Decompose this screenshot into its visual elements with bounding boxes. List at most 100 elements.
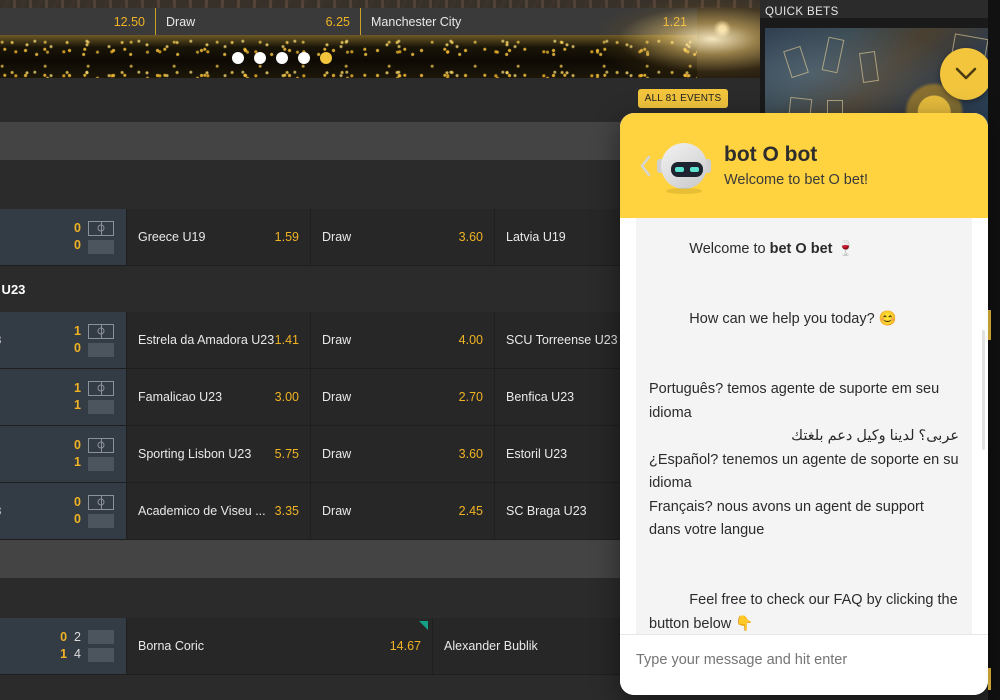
odds-cell-draw[interactable]: Draw 3.60 (310, 426, 494, 482)
pitch-placeholder-icon (88, 239, 114, 254)
featured-odds-cell-home[interactable]: 12.50 (0, 8, 155, 35)
robot-visor-icon (671, 161, 703, 177)
team-name-home: Famalicao U23 (138, 390, 223, 404)
draw-label: Draw (322, 504, 352, 518)
odds-cell-home[interactable]: Greece U19 1.59 (126, 209, 310, 265)
browser-right-margin (988, 0, 1000, 700)
match-score: 0 0 (74, 494, 81, 528)
chat-message-input[interactable] (636, 652, 972, 668)
live-indicator-label: 23 (0, 504, 1, 518)
carousel-dots[interactable] (232, 52, 332, 64)
promo-banner-right-edge (697, 8, 760, 78)
score-away: 1 (74, 398, 81, 412)
message-line-spanish: ¿Español? tenemos un agente de soporte e… (649, 451, 963, 492)
team-name-away: SC Braga U23 (506, 504, 587, 518)
player-name-home: Borna Coric (138, 639, 204, 653)
score-away: 1 (74, 455, 81, 469)
odds-cell-draw[interactable]: Draw 2.70 (310, 369, 494, 425)
match-score-column: 23 0 0 (0, 483, 126, 539)
chat-scrollbar[interactable] (982, 330, 985, 450)
quick-bets-title: QUICK BETS (760, 0, 1000, 18)
odds-value-home: 5.75 (274, 447, 299, 461)
odds-cell-home[interactable]: Sporting Lisbon U23 5.75 (126, 426, 310, 482)
featured-odds-cell-draw[interactable]: Draw 6.25 (155, 8, 360, 35)
odds-value-draw: 4.00 (458, 333, 483, 347)
score-home: 0 (74, 495, 81, 509)
message-line-portuguese: Português? temos agente de suporte em se… (649, 381, 944, 421)
chat-widget: bot O bot Welcome to bet O bet! Welcome … (620, 113, 988, 695)
chat-subtitle: Welcome to bet O bet! (724, 171, 868, 188)
match-score: 0 2 1 4 (60, 629, 81, 663)
app-root: 12.50 Draw 6.25 Manchester City 1.21 ALL… (0, 0, 1000, 700)
chat-message-list[interactable]: Welcome to bet O bet 🍷 How can we help y… (620, 218, 988, 634)
court-icon-group (88, 630, 114, 662)
league-header-title: p U23 (0, 281, 26, 297)
message-line-welcome: Welcome to bet O bet 🍷 (649, 218, 959, 285)
robot-eye-left-icon (675, 166, 684, 172)
featured-odds-value-away: 1.21 (662, 14, 687, 29)
featured-odds-value-home: 12.50 (113, 14, 145, 29)
score-home: 1 (74, 381, 81, 395)
odds-cell-home[interactable]: Estrela da Amadora U23 1.41 (126, 312, 310, 368)
featured-match-odds-bar: 12.50 Draw 6.25 Manchester City 1.21 (0, 8, 697, 35)
featured-odds-value-draw: 6.25 (325, 14, 350, 29)
odds-value-draw: 3.60 (458, 230, 483, 244)
match-score: 0 0 (74, 220, 81, 254)
pitch-placeholder-icon (88, 342, 114, 357)
message-line-arabic: عربى؟ لدينا وكيل دعم بلغتك (791, 428, 959, 444)
carousel-dot-3[interactable] (276, 52, 288, 64)
football-pitch-icon (88, 380, 114, 396)
draw-label: Draw (322, 333, 352, 347)
featured-odds-label-away: Manchester City (371, 14, 462, 29)
collapse-chevron-down-button[interactable] (940, 48, 992, 100)
team-name-home: Estrela da Amadora U23 (138, 333, 275, 347)
draw-label: Draw (322, 230, 352, 244)
score-away: 0 (74, 238, 81, 252)
odds-value-home: 3.35 (274, 504, 299, 518)
chat-header: bot O bot Welcome to bet O bet! (620, 113, 988, 218)
message-line-faq: Feel free to check our FAQ by clicking t… (649, 566, 959, 635)
odds-value-draw: 2.45 (458, 504, 483, 518)
score-home: 0 (74, 438, 81, 452)
odds-cell-draw[interactable]: Draw 3.60 (310, 209, 494, 265)
pitch-icon-group (88, 323, 114, 357)
team-name-home: Sporting Lisbon U23 (138, 447, 252, 461)
carousel-dot-2[interactable] (254, 52, 266, 64)
odds-value-home: 14.67 (389, 639, 421, 653)
page-accent-edge-lower (988, 668, 991, 690)
featured-odds-cell-away[interactable]: Manchester City 1.21 (360, 8, 697, 35)
pitch-placeholder-icon (88, 513, 114, 528)
odds-cell-home[interactable]: Academico de Viseu ... 3.35 (126, 483, 310, 539)
odds-cell-draw[interactable]: Draw 4.00 (310, 312, 494, 368)
promo-banner[interactable] (0, 35, 697, 78)
football-pitch-icon (88, 437, 114, 453)
chat-back-button[interactable] (634, 155, 656, 177)
match-score-column: 23 1 0 (0, 312, 126, 368)
help-text: How can we help you today? (689, 311, 875, 327)
carousel-dot-5-active[interactable] (320, 52, 332, 64)
chevron-down-icon (955, 67, 977, 80)
odds-cell-home[interactable]: Famalicao U23 3.00 (126, 369, 310, 425)
odds-value-home: 1.41 (274, 333, 299, 347)
all-events-button[interactable]: ALL 81 EVENTS (638, 89, 728, 108)
robot-eye-right-icon (690, 166, 699, 172)
odds-cell-home[interactable]: Borna Coric 14.67 (126, 618, 432, 674)
pitch-placeholder-icon (88, 456, 114, 471)
tennis-court-placeholder-icon (88, 648, 114, 662)
team-name-away: Benfica U23 (506, 390, 575, 404)
score-row-home: 0 2 (60, 629, 81, 646)
carousel-dot-1[interactable] (232, 52, 244, 64)
player-figure-icon (783, 45, 809, 79)
odds-cell-draw[interactable]: Draw 2.45 (310, 483, 494, 539)
pitch-placeholder-icon (88, 399, 114, 414)
chat-input-area (620, 634, 988, 695)
carousel-dot-4[interactable] (298, 52, 310, 64)
chevron-left-icon (640, 155, 650, 176)
message-line-french: Français? nous avons un agent de support… (649, 498, 928, 539)
match-score: 0 1 (74, 437, 81, 471)
draw-label: Draw (322, 390, 352, 404)
football-pitch-icon (88, 220, 114, 236)
score-row-away: 1 4 (60, 646, 81, 663)
odds-value-draw: 3.60 (458, 447, 483, 461)
